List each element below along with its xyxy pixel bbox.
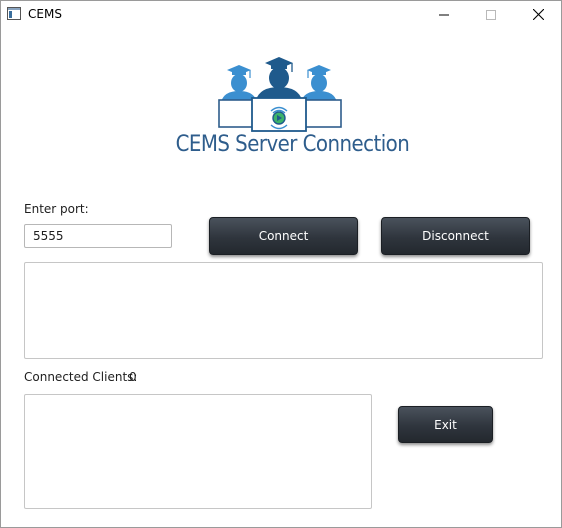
cems-logo: CEMS Server Connection	[164, 52, 410, 164]
students-laptop-icon	[218, 57, 342, 132]
connected-clients-count: 0	[129, 370, 137, 384]
connected-clients-label: Connected Clients:	[24, 370, 138, 384]
exit-button[interactable]: Exit	[398, 406, 493, 443]
maximize-icon	[486, 9, 496, 20]
app-window: CEMS CEMS Server Connection Enter port: …	[0, 0, 562, 528]
title-bar[interactable]: CEMS	[1, 1, 561, 28]
disconnect-button-label: Disconnect	[422, 229, 489, 243]
logo-title: CEMS Server Connection	[175, 132, 410, 157]
maximize-button[interactable]	[468, 1, 514, 28]
minimize-button[interactable]	[421, 1, 467, 28]
minimize-icon	[439, 14, 449, 15]
log-textarea[interactable]	[24, 262, 543, 359]
connect-button[interactable]: Connect	[209, 217, 358, 255]
connect-button-label: Connect	[258, 229, 309, 243]
window-title: CEMS	[28, 7, 62, 21]
disconnect-button[interactable]: Disconnect	[381, 217, 530, 255]
port-input[interactable]	[24, 224, 172, 248]
app-window-icon	[7, 7, 21, 20]
close-button[interactable]	[515, 1, 561, 28]
clients-list-textarea[interactable]	[24, 394, 372, 509]
exit-button-label: Exit	[434, 417, 457, 432]
port-label: Enter port:	[24, 202, 89, 216]
close-icon	[532, 9, 544, 20]
